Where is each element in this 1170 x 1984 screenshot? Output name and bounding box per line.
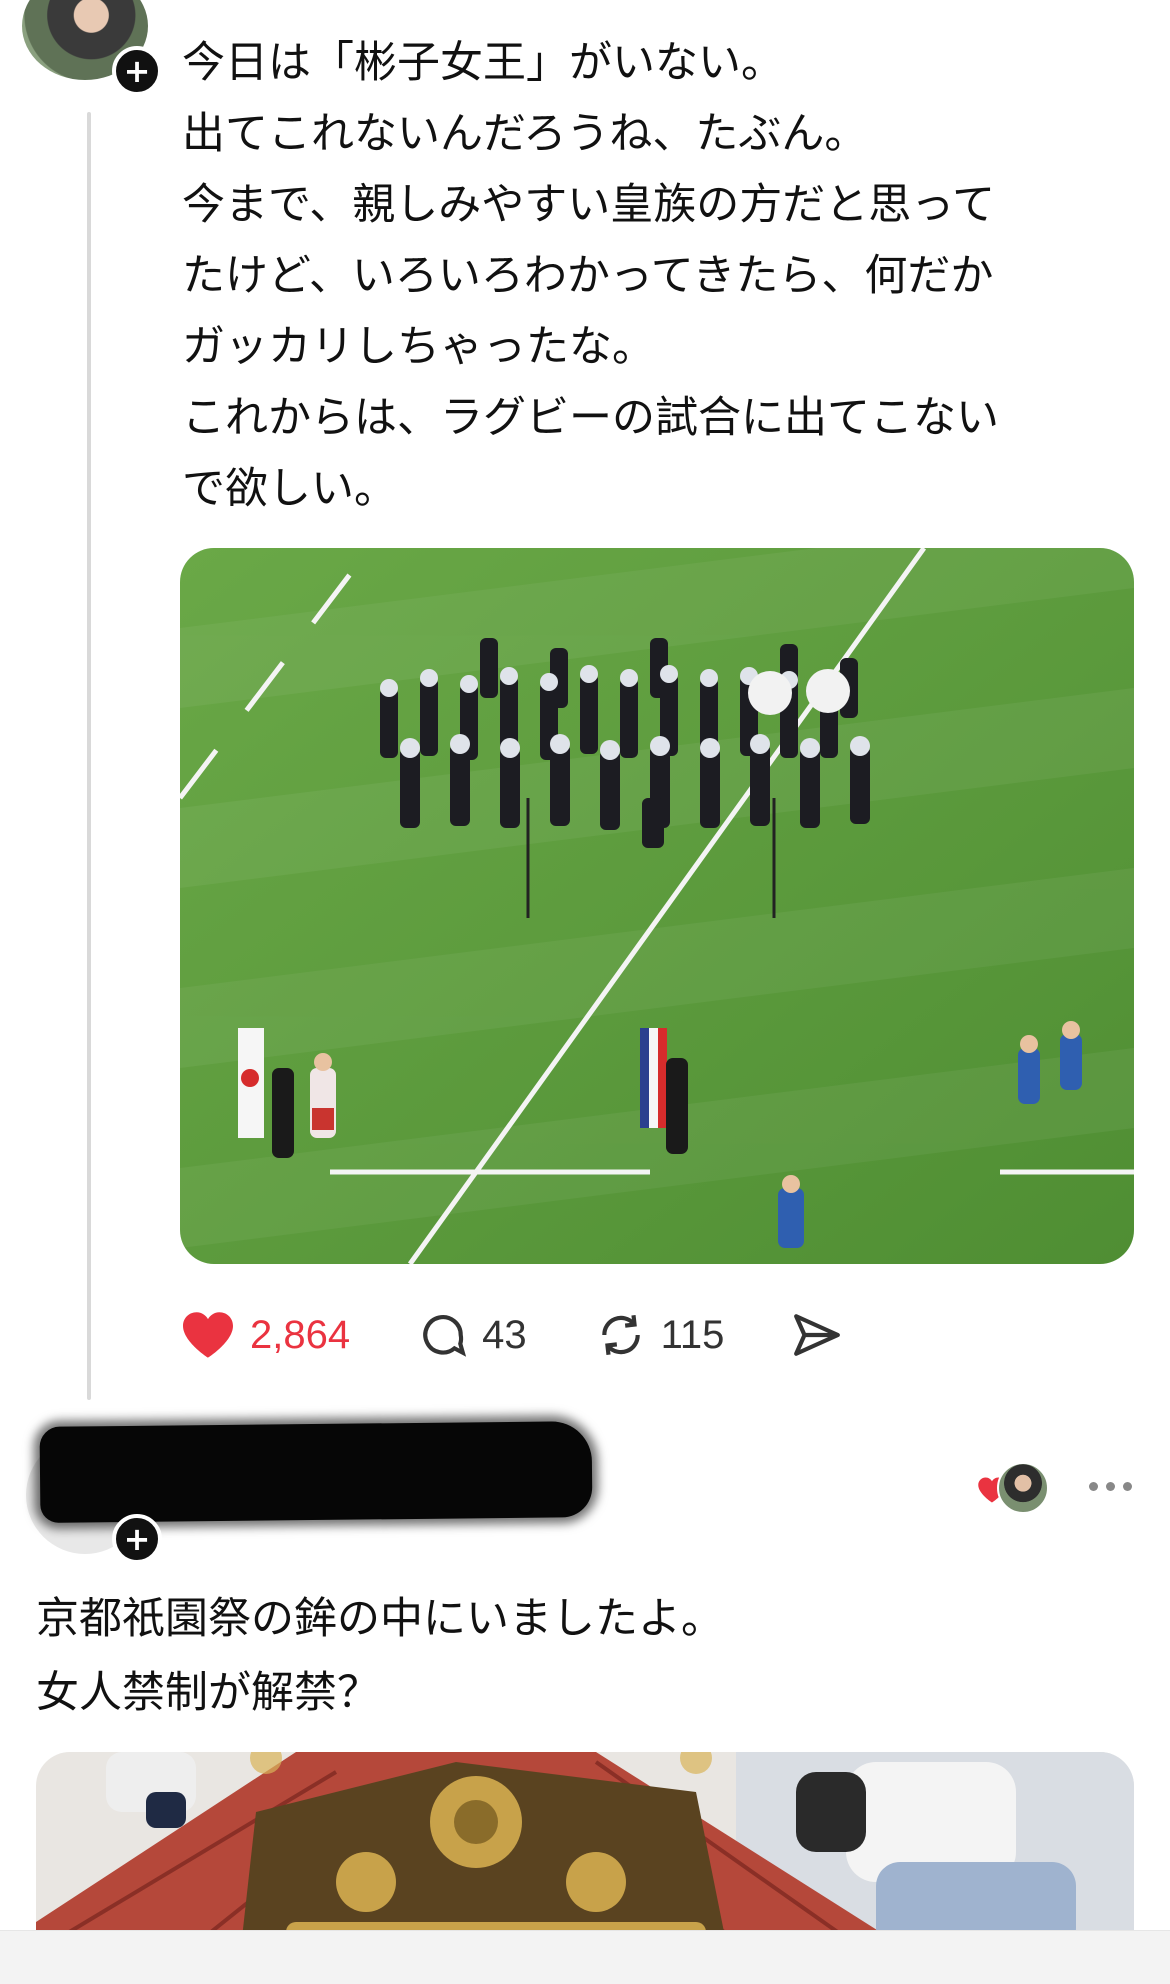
post1-action-bar: 2,864 43 115 (180, 1300, 910, 1370)
threads-feed: + 今日は「彬子女王」がいない。 出てこれないんだろうね、たぶん。 今まで、親し… (0, 0, 1170, 1984)
post1-line: 今日は「彬子女王」がいない。 (182, 38, 784, 88)
post1-photo-rugby-field[interactable] (180, 548, 1134, 1264)
post1-line: ガッカリしちゃったな。 (182, 322, 655, 372)
repost-button[interactable]: 115 (595, 1310, 725, 1360)
post1-text: 今日は「彬子女王」がいない。 出てこれないんだろうね、たぶん。 今まで、親しみや… (182, 28, 1112, 525)
heart-filled-icon (183, 1312, 233, 1358)
like-button[interactable]: 2,864 (180, 1310, 350, 1360)
follow-plus-icon[interactable]: + (112, 46, 162, 96)
bottom-bar-edge (0, 1930, 1170, 1984)
liked-by-author-indicator (977, 1458, 1049, 1514)
post1-line: 今まで、親しみやすい皇族の方だと思って (182, 180, 996, 230)
post2-meta (977, 1458, 1132, 1514)
send-share-icon (794, 1314, 841, 1356)
reply-count: 43 (482, 1312, 527, 1357)
repost-arrows-icon (601, 1314, 640, 1356)
repost-count: 115 (660, 1312, 725, 1357)
more-options-icon[interactable] (1089, 1481, 1132, 1491)
post1-line: 出てこれないんだろうね、たぶん。 (182, 109, 868, 159)
post1-line: これからは、ラグビーの試合に出てこない (182, 393, 999, 443)
comment-bubble-icon (423, 1315, 467, 1357)
like-count: 2,864 (250, 1312, 351, 1357)
post2-text: 京都祇園祭の鉾の中にいましたよ。 女人禁制が解禁？ (36, 1582, 1136, 1730)
follow-plus-icon[interactable]: + (112, 1514, 162, 1564)
post1-line: たけど、いろいろわかってきたら、何だか (182, 251, 994, 301)
reply-button[interactable]: 43 (418, 1310, 527, 1360)
post1-line: で欲しい。 (182, 464, 397, 514)
redacted-username (39, 1421, 593, 1523)
author-mini-avatar (997, 1462, 1049, 1514)
post2-line: 京都祇園祭の鉾の中にいましたよ。 (36, 1594, 724, 1644)
share-button[interactable] (792, 1311, 842, 1359)
thread-line (87, 112, 91, 1400)
post2-line: 女人禁制が解禁？ (36, 1668, 380, 1718)
